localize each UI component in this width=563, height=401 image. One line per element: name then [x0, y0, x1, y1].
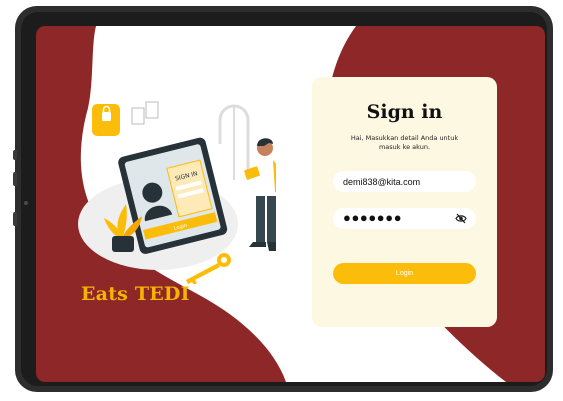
- signin-subtitle: Hai, Masukkan detail Anda untuk masuk ke…: [350, 134, 459, 151]
- lock-icon: [92, 104, 120, 136]
- email-field[interactable]: [333, 171, 476, 192]
- tablet-side-button: [13, 172, 17, 186]
- email-input[interactable]: [343, 171, 461, 192]
- signin-title: Sign in: [366, 101, 443, 123]
- login-screen: SIGN IN Login Eats TEDI Sign in Hai, Mas…: [36, 26, 545, 382]
- tablet-camera: [24, 201, 28, 205]
- tablet-side-button: [13, 150, 17, 160]
- login-button[interactable]: Login: [333, 263, 476, 284]
- eye-off-icon[interactable]: [455, 213, 467, 224]
- tablet-side-button: [13, 212, 17, 226]
- signin-card: Sign in Hai, Masukkan detail Anda untuk …: [312, 77, 497, 327]
- password-field[interactable]: [333, 207, 476, 229]
- password-input[interactable]: [343, 207, 461, 228]
- login-illustration: SIGN IN Login: [78, 101, 276, 284]
- brand-name: Eats TEDI: [81, 283, 190, 305]
